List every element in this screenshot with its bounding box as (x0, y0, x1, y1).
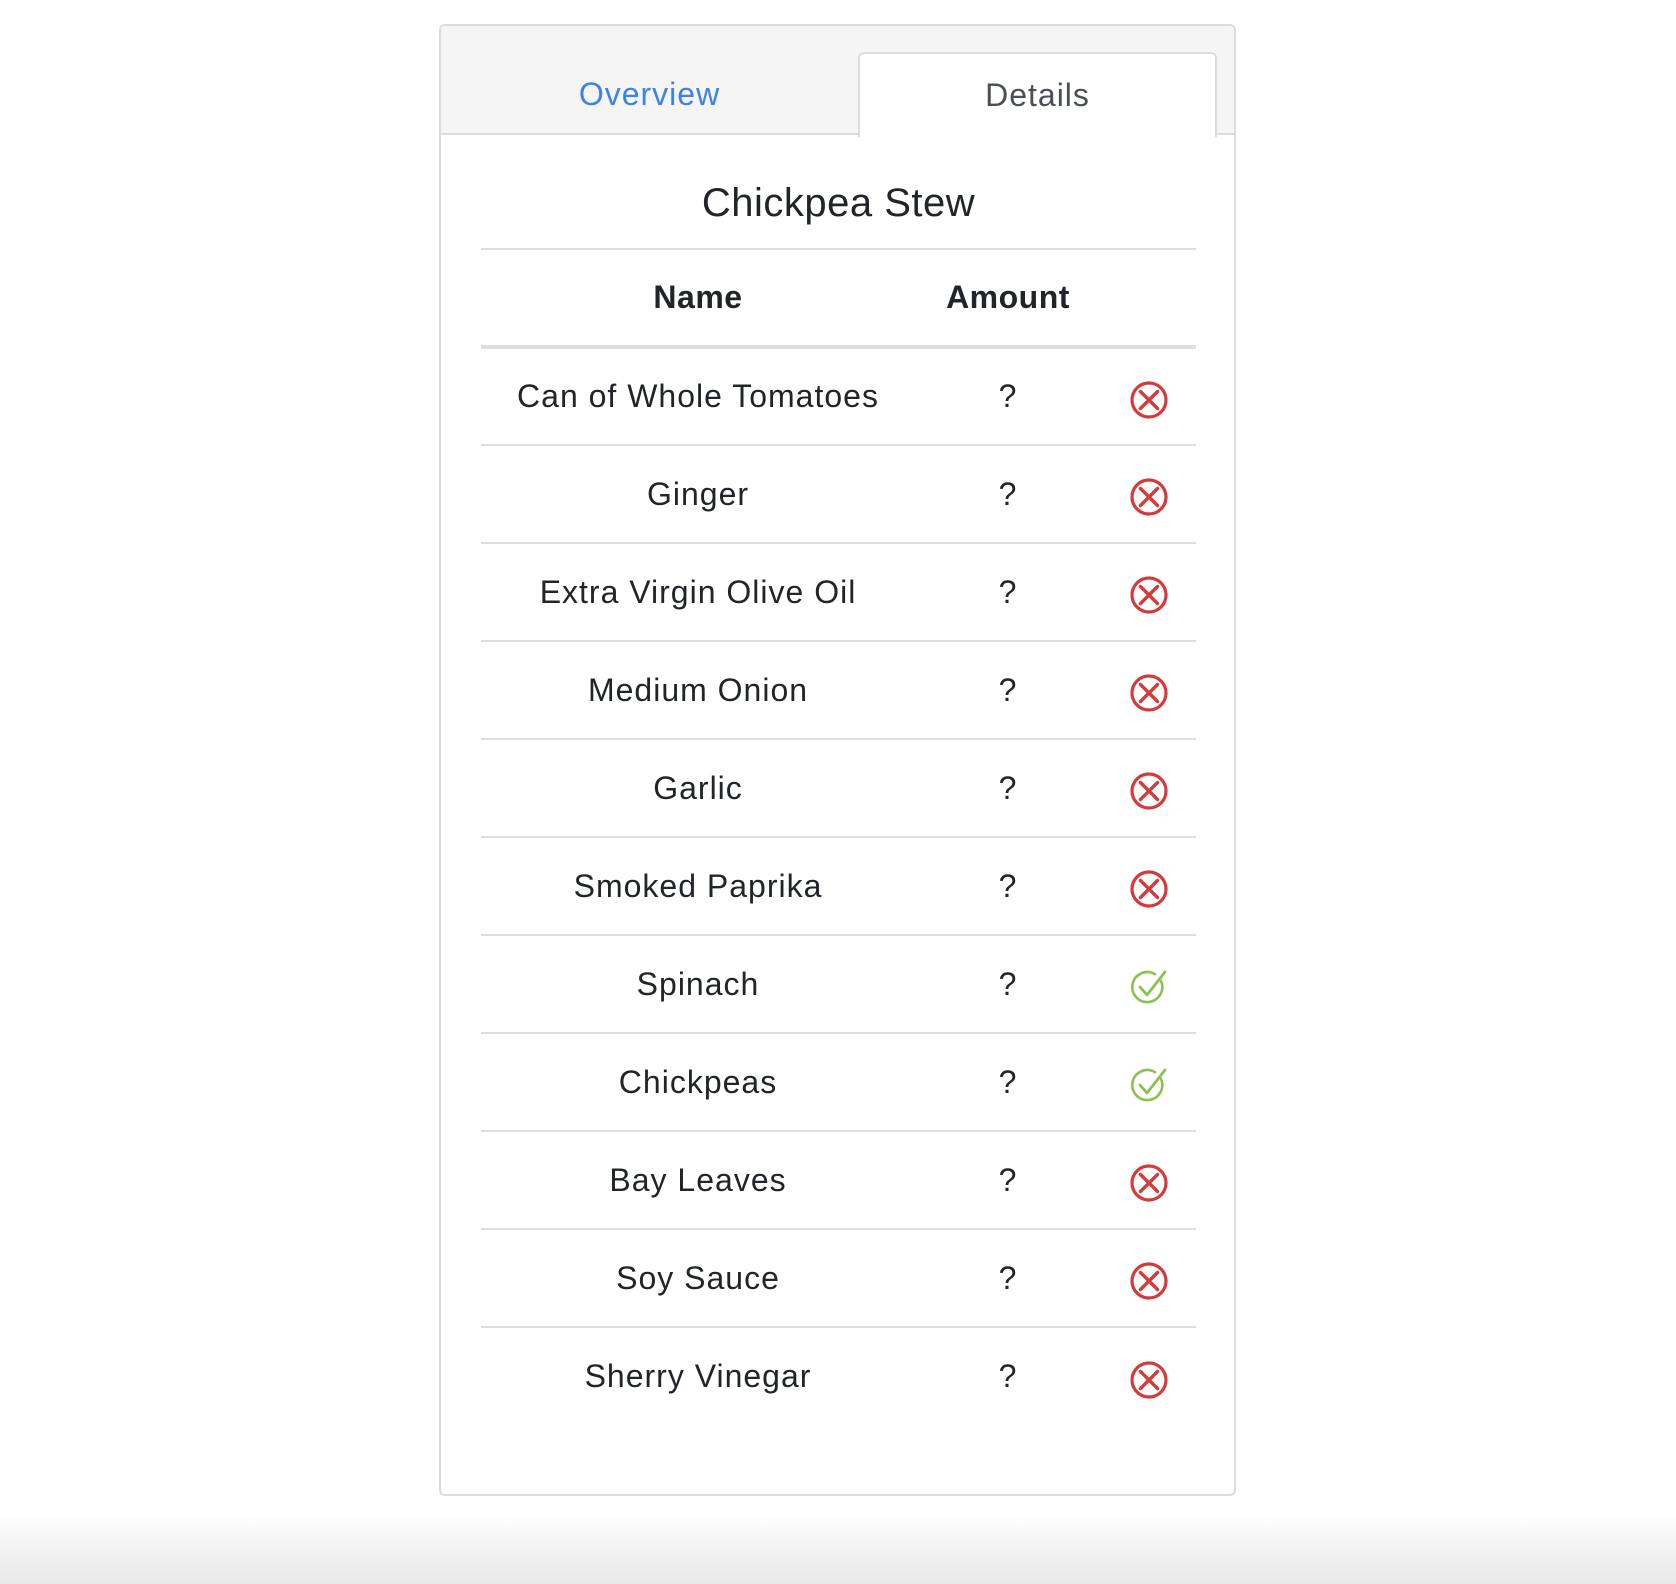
ingredient-amount: ? (998, 867, 1018, 904)
ingredients-table: Name Amount Can of Whole Tomatoes? Ginger… (481, 248, 1196, 1425)
ingredient-status (1101, 347, 1196, 445)
tab-bar: Overview Details (441, 26, 1234, 137)
ingredient-status (1101, 1033, 1196, 1131)
ingredient-name: Can of Whole Tomatoes (517, 378, 879, 414)
tab-overview[interactable]: Overview (441, 52, 858, 137)
ingredient-amount: ? (998, 1259, 1018, 1296)
table-row: Garlic? (481, 739, 1196, 837)
circle-x-icon[interactable] (1128, 672, 1170, 714)
circle-check-icon[interactable] (1128, 1064, 1170, 1106)
ingredient-amount: ? (998, 1358, 1018, 1394)
bottom-shade (0, 1514, 1676, 1584)
ingredient-name: Medium Onion (587, 671, 809, 708)
table-row: Can of Whole Tomatoes? (481, 347, 1196, 445)
table-row: Chickpeas? (481, 1033, 1196, 1131)
ingredient-amount: ? (998, 965, 1018, 1002)
table-header-row: Name Amount (481, 249, 1196, 347)
ingredient-name: Garlic (653, 769, 743, 806)
ingredient-rows: Can of Whole Tomatoes? Ginger? Extra Virgi… (481, 347, 1196, 1425)
ingredient-amount: ? (998, 1161, 1018, 1198)
table-row: Spinach? (481, 935, 1196, 1033)
table-row: Extra Virgin Olive Oil? (481, 543, 1196, 641)
ingredient-amount: ? (998, 475, 1018, 512)
ingredient-status (1101, 1327, 1196, 1425)
ingredient-status (1101, 935, 1196, 1033)
ingredient-status (1101, 1229, 1196, 1327)
ingredient-name: Spinach (636, 965, 760, 1002)
circle-x-icon[interactable] (1128, 574, 1170, 616)
table-row: Smoked Paprika? (481, 837, 1196, 935)
circle-x-icon[interactable] (1128, 476, 1170, 518)
recipe-card: Overview Details Chickpea Stew Name Amou… (439, 24, 1236, 1496)
table-row: Ginger? (481, 445, 1196, 543)
ingredient-name: Soy Sauce (616, 1259, 780, 1296)
circle-x-icon[interactable] (1128, 868, 1170, 910)
ingredient-status (1101, 445, 1196, 543)
ingredient-status (1101, 1131, 1196, 1229)
ingredient-name: Smoked Paprika (573, 867, 823, 904)
table-row: Sherry Vinegar? (481, 1327, 1196, 1425)
ingredient-status (1101, 641, 1196, 739)
circle-check-icon[interactable] (1128, 966, 1170, 1008)
circle-x-icon[interactable] (1128, 1359, 1170, 1401)
circle-x-icon[interactable] (1128, 379, 1170, 421)
ingredient-name: Sherry Vinegar (584, 1358, 812, 1394)
ingredient-amount: ? (998, 769, 1018, 806)
recipe-title: Chickpea Stew (701, 181, 976, 225)
table-row: Medium Onion? (481, 641, 1196, 739)
ingredient-status (1101, 543, 1196, 641)
ingredient-status (1101, 739, 1196, 837)
column-header-amount: Amount (946, 279, 1070, 315)
table-row: Bay Leaves? (481, 1131, 1196, 1229)
ingredient-amount: ? (998, 1063, 1018, 1100)
ingredient-name: Chickpeas (618, 1063, 778, 1100)
column-header-status (1101, 249, 1196, 347)
column-header-name: Name (653, 279, 743, 315)
ingredient-amount: ? (998, 671, 1018, 708)
ingredient-amount: ? (998, 378, 1018, 414)
ingredient-name: Extra Virgin Olive Oil (539, 573, 857, 610)
tab-details[interactable]: Details (858, 52, 1217, 137)
circle-x-icon[interactable] (1128, 1162, 1170, 1204)
page: Overview Details Chickpea Stew Name Amou… (0, 0, 1676, 1584)
ingredient-amount: ? (998, 573, 1018, 610)
table-row: Soy Sauce? (481, 1229, 1196, 1327)
circle-x-icon[interactable] (1128, 1260, 1170, 1302)
ingredient-name: Ginger (646, 475, 750, 512)
ingredient-name: Bay Leaves (609, 1161, 787, 1198)
ingredient-status (1101, 837, 1196, 935)
circle-x-icon[interactable] (1128, 770, 1170, 812)
